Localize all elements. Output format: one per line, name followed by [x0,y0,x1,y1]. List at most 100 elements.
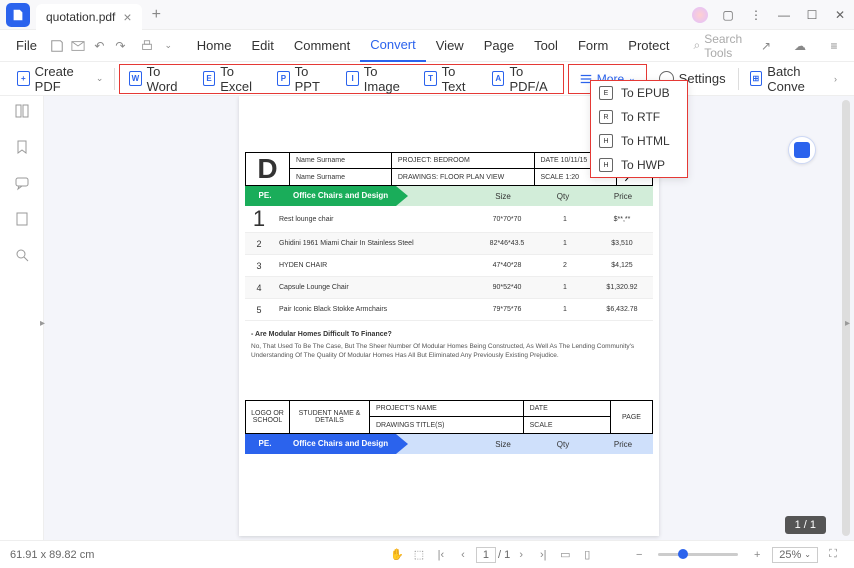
note-title: - Are Modular Homes Difficult To Finance… [245,321,653,342]
more-item-to-epub[interactable]: ETo EPUB [591,81,687,105]
col2-price: Price [593,440,653,449]
menu-comment[interactable]: Comment [284,30,360,62]
table-row: 5Pair Iconic Black Stokke Armchairs79*75… [245,299,653,321]
fullscreen-icon[interactable]: ⛶ [822,544,844,566]
col-price: Price [593,192,653,201]
zoom-slider[interactable] [658,553,738,556]
convert-to-excelbutton[interactable]: ETo Excel [194,65,268,93]
menu-view[interactable]: View [426,30,474,62]
menu-protect[interactable]: Protect [618,30,679,62]
convert-label: To PDF/A [509,64,553,94]
page-current-input[interactable]: 1 [476,547,496,563]
document-tab[interactable]: quotation.pdf × [36,4,142,30]
row-name: Rest lounge chair [273,216,475,223]
section-title: Office Chairs and Design [285,186,396,206]
create-pdf-button[interactable]: + Create PDF ⌄ [8,65,112,93]
convert-to-imagebutton[interactable]: ITo Image [337,65,415,93]
convert-to-pdf-abutton[interactable]: ATo PDF/A [483,65,563,93]
undo-icon[interactable]: ↶ [91,34,108,58]
section-head-2: PE. Office Chairs and Design Size Qty Pr… [245,434,653,454]
save-icon[interactable] [49,34,66,58]
convert-label: To Excel [220,64,259,94]
chevron-right-icon: › [834,74,837,84]
menu-home[interactable]: Home [187,30,242,62]
thumbnails-icon[interactable] [13,102,31,120]
hamburger-icon[interactable]: ≡ [822,34,846,58]
h2-cell: PROJECT'S NAME [370,401,524,417]
more-dropdown: ETo EPUBRTo RTFHTo HTMLHTo HWP [590,80,688,178]
note-body: No, That Used To Be The Case, But The Sh… [245,342,653,380]
menu-file[interactable]: File [8,38,45,53]
section2-title: Office Chairs and Design [285,434,396,454]
row-size: 70*70*70 [475,216,539,223]
row-num: 3 [245,261,273,271]
batch-icon: ⊞ [750,71,763,86]
statusbar: 61.91 x 89.82 cm ✋ ⬚ |‹ ‹ 1 / 1 › ›| ▭ ▯… [0,540,854,568]
bookmark-icon[interactable] [13,138,31,156]
section-pe: PE. [245,186,285,206]
menu-convert[interactable]: Convert [360,30,426,62]
row-size: 82*46*43.5 [475,240,539,247]
prev-page-icon[interactable]: ‹ [452,544,474,566]
print-icon[interactable] [139,34,156,58]
share-icon[interactable]: ↗ [754,34,778,58]
cloud-icon[interactable]: ☁ [788,34,812,58]
comment-icon[interactable] [13,174,31,192]
magnifier-icon: ⌕ [693,38,700,53]
row-name: Pair Iconic Black Stokke Armchairs [273,306,475,313]
menu-page[interactable]: Page [474,30,524,62]
redo-icon[interactable]: ↷ [112,34,129,58]
row-num: 1 [245,206,273,232]
row-size: 90*52*40 [475,284,539,291]
hand-tool-icon[interactable]: ✋ [386,544,408,566]
batch-convert-button[interactable]: ⊞ Batch Conve › [741,65,847,93]
row-price: $6,432.78 [591,306,653,313]
minimize-icon[interactable]: — [770,1,798,29]
menu-form[interactable]: Form [568,30,618,62]
maximize-icon[interactable]: ☐ [798,1,826,29]
row-num: 2 [245,239,273,249]
tab-add-button[interactable]: + [152,6,161,24]
search-placeholder: Search Tools [704,32,750,60]
theme-icon[interactable] [686,1,714,29]
page-total: / 1 [498,549,510,561]
col-size: Size [473,192,533,201]
select-tool-icon[interactable]: ⬚ [408,544,430,566]
close-icon[interactable]: ✕ [826,1,854,29]
batch-label: Batch Conve [767,64,829,94]
kebab-icon[interactable]: ⋮ [742,1,770,29]
zoom-select[interactable]: 25%⌄ [772,547,818,563]
more-item-to-hwp[interactable]: HTo HWP [591,153,687,177]
fit-page-icon[interactable]: ▭ [554,544,576,566]
tab-close-icon[interactable]: × [123,9,131,25]
window-icon[interactable]: ▢ [714,1,742,29]
table-row: 2Ghidini 1961 Miami Chair In Stainless S… [245,233,653,255]
print-chevron-icon[interactable]: ⌄ [160,34,177,58]
doc-header-2: LOGO OR SCHOOL STUDENT NAME & DETAILS PR… [245,400,653,434]
format-icon: I [346,71,358,86]
h2-mid: STUDENT NAME & DETAILS [290,401,370,433]
more-item-to-html[interactable]: HTo HTML [591,129,687,153]
right-expand-icon[interactable]: ▸ [845,318,850,329]
more-item-to-rtf[interactable]: RTo RTF [591,105,687,129]
fit-width-icon[interactable]: ▯ [576,544,598,566]
menu-edit[interactable]: Edit [241,30,283,62]
search-sidebar-icon[interactable] [13,246,31,264]
convert-to-textbutton[interactable]: TTo Text [415,65,483,93]
word-fab[interactable] [788,136,816,164]
zoom-in-icon[interactable]: + [746,544,768,566]
convert-to-pptbutton[interactable]: PTo PPT [268,65,337,93]
last-page-icon[interactable]: ›| [532,544,554,566]
next-page-icon[interactable]: › [510,544,532,566]
menu-tool[interactable]: Tool [524,30,568,62]
zoom-value: 25% [779,549,801,561]
search-tools[interactable]: ⌕ Search Tools [693,32,750,60]
first-page-icon[interactable]: |‹ [430,544,452,566]
row-price: $3,510 [591,240,653,247]
h2-cell: SCALE [524,417,610,433]
attachment-icon[interactable] [13,210,31,228]
mail-icon[interactable] [70,34,87,58]
convert-to-wordbutton[interactable]: WTo Word [120,65,194,93]
col2-size: Size [473,440,533,449]
zoom-out-icon[interactable]: − [628,544,650,566]
